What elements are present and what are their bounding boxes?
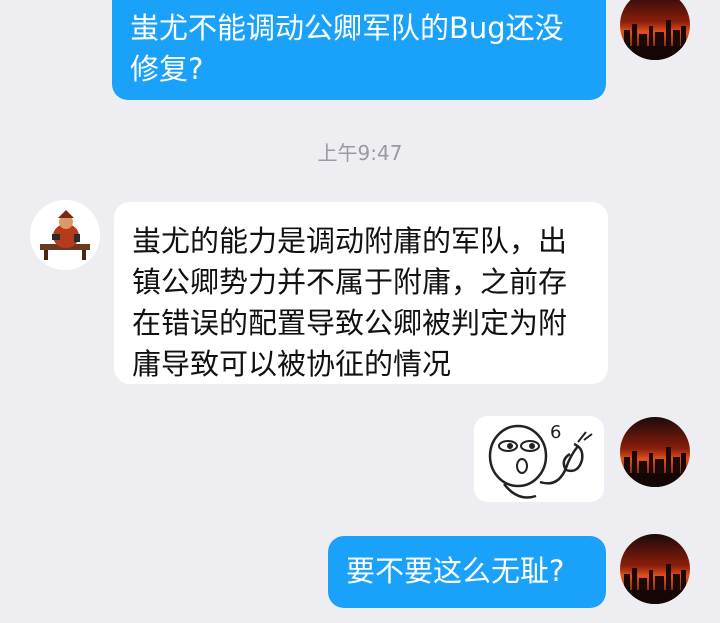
outgoing-message-bubble[interactable]: 蚩尤不能调动公卿军队的Bug还没修复?	[112, 0, 606, 100]
chat-window: 蚩尤不能调动公卿军队的Bug还没修复? 上午9:47 蚩尤的能力是调动附庸的军队…	[0, 0, 720, 623]
message-timestamp: 上午9:47	[317, 141, 403, 165]
sticker-message[interactable]: 6	[474, 416, 604, 502]
doodle-face-sticker-icon: 6	[474, 416, 604, 502]
sunset-city-avatar-icon	[620, 534, 690, 604]
user-avatar[interactable]	[620, 0, 690, 60]
sticker-text: 6	[550, 422, 561, 443]
outgoing-message-bubble[interactable]: 要不要这么无耻?	[328, 536, 606, 608]
contact-avatar[interactable]	[30, 200, 100, 270]
sunset-city-avatar-icon	[620, 417, 690, 487]
sunset-city-avatar-icon	[620, 0, 690, 60]
message-text: 要不要这么无耻?	[346, 554, 565, 588]
seated-warrior-avatar-icon	[30, 200, 100, 270]
user-avatar[interactable]	[620, 417, 690, 487]
message-text: 蚩尤的能力是调动附庸的军队，出镇公卿势力并不属于附庸，之前存在错误的配置导致公卿…	[132, 224, 568, 381]
message-text: 蚩尤不能调动公卿军队的Bug还没修复?	[130, 11, 564, 86]
user-avatar[interactable]	[620, 534, 690, 604]
incoming-message-bubble[interactable]: 蚩尤的能力是调动附庸的军队，出镇公卿势力并不属于附庸，之前存在错误的配置导致公卿…	[114, 202, 608, 384]
